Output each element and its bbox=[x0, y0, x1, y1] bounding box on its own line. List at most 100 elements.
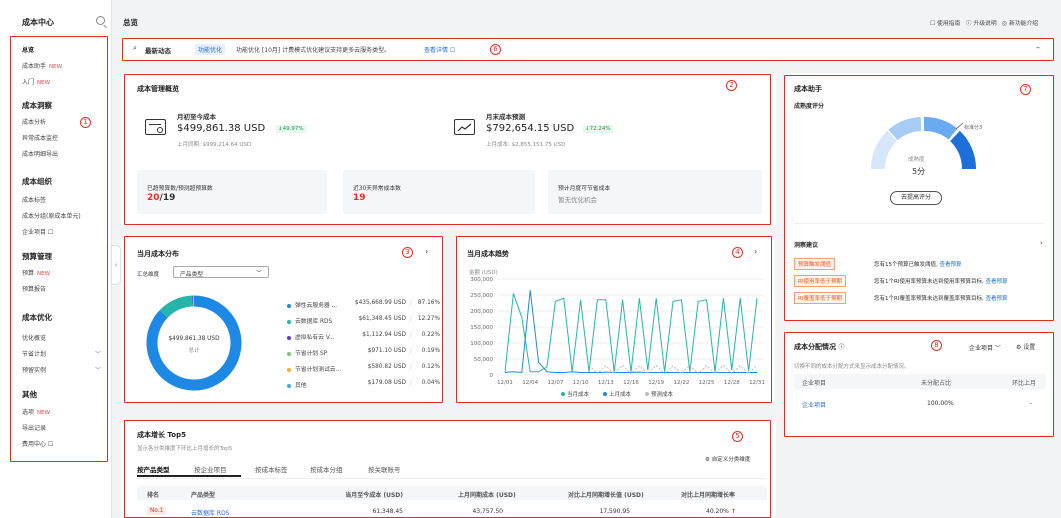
insight-more-icon[interactable]: › bbox=[1040, 239, 1043, 247]
maturity-score: 5分 bbox=[912, 167, 926, 176]
stat-anomaly[interactable]: 近30天异常成本数 19 bbox=[343, 170, 535, 214]
sidebar-item-5[interactable]: 成本明细导出 bbox=[22, 149, 58, 158]
distribution-title: 当月成本分布 bbox=[137, 250, 179, 258]
growth-product-link[interactable]: 云数据库 RDS bbox=[191, 508, 230, 517]
legend-item: 节省计划测试云... bbox=[287, 364, 341, 373]
news-title: 最新动态 bbox=[145, 47, 171, 55]
marker-7: 7 bbox=[1020, 84, 1031, 95]
allocation-select[interactable]: 企业项目 ﹀ bbox=[969, 343, 1001, 352]
suggestion-text: 您有1个RI使用率预算未达到使用率预算目标, 查看预算 bbox=[874, 279, 1008, 285]
distribution-card: 当月成本分布 › 汇总维度 产品类型 ﹀ $499,861.38 USD 总计 弹… bbox=[121, 237, 445, 402]
more-icon[interactable]: – bbox=[1036, 43, 1040, 52]
tab-2[interactable]: 按成本标签 bbox=[255, 464, 288, 474]
growth-desc: 显示各分类维度下环比上月增长的Top5 bbox=[137, 446, 233, 452]
news-link[interactable]: 查看详情 ☐ bbox=[424, 45, 455, 54]
legend-value: $580.82 USD bbox=[367, 364, 406, 370]
y-tick-label: 100,000 bbox=[470, 341, 493, 347]
sidebar-section-heading: 成本组织 bbox=[22, 177, 52, 186]
wallet-icon bbox=[145, 119, 166, 135]
forecast-icon bbox=[454, 119, 475, 135]
marker-6: 6 bbox=[490, 44, 501, 55]
sidebar-item-3[interactable]: 成本分析 bbox=[22, 117, 46, 126]
search-icon[interactable] bbox=[96, 16, 105, 25]
tab-4[interactable]: 按关联账号 bbox=[368, 464, 401, 474]
assistant-card: 成本助手 成熟度评分 标准分3 成熟度 5分 去提高评分 洞察建议 › 预算触发… bbox=[784, 73, 1054, 321]
overview-title: 成本管理概览 bbox=[137, 85, 179, 93]
suggestion-tag: 预算触发阈值 bbox=[794, 258, 836, 270]
growth-card: 成本增长 Top5 显示各分类维度下环比上月增长的Top5 ⚙ 自定义分类维度 … bbox=[121, 420, 776, 518]
trend-more-icon[interactable]: › bbox=[754, 247, 757, 256]
view-budget-link[interactable]: 查看预算 bbox=[985, 296, 1007, 302]
sidebar-item-16[interactable]: 费用中心 ☐ bbox=[22, 439, 53, 448]
custom-dimension-button[interactable]: ⚙ 自定义分类维度 bbox=[705, 455, 750, 463]
trend-chart: 300,000 250,000 200,000 150,000 100,000 50,00… bbox=[470, 277, 765, 398]
stat-budget[interactable]: 已超预算数/预测超预算数 20/19 bbox=[137, 170, 327, 214]
sidebar-item-6[interactable]: 成本标签 bbox=[22, 195, 46, 204]
sidebar-item-11[interactable]: 优化概览 bbox=[22, 333, 46, 342]
suggestion-text: 您有15个预算已触发阈值, 查看预算 bbox=[874, 262, 962, 268]
suggestion-tag: RI覆盖率低于预期 bbox=[794, 292, 846, 304]
page-title: 总览 bbox=[123, 18, 138, 27]
legend-pct: 87.16% bbox=[417, 300, 440, 306]
donut-center-label: 总计 bbox=[188, 348, 200, 354]
y-tick-label: 250,000 bbox=[470, 293, 493, 299]
sidebar-item-10[interactable]: 预算报告 bbox=[22, 284, 46, 293]
legend-value: $971.10 USD bbox=[367, 348, 406, 354]
tab-1[interactable]: 按企业项目 bbox=[194, 464, 227, 474]
legend-marker bbox=[603, 392, 607, 396]
chevron-down-icon[interactable]: ﹀ bbox=[95, 365, 101, 374]
view-budget-link[interactable]: 查看预算 bbox=[985, 279, 1007, 285]
allocation-title: 成本分配情况 ⓘ bbox=[794, 343, 845, 351]
sidebar-section-heading: 预算管理 bbox=[22, 252, 52, 261]
marker-5: 5 bbox=[732, 431, 743, 442]
insight-title: 洞察建议 bbox=[794, 242, 819, 249]
trend-title: 当月成本趋势 bbox=[467, 250, 509, 258]
assistant-title: 成本助手 bbox=[794, 85, 822, 93]
sidebar-item-15[interactable]: 导出记录 bbox=[22, 423, 46, 432]
view-budget-link[interactable]: 查看预算 bbox=[940, 262, 962, 268]
trend-unit: 金额 (USD) bbox=[469, 270, 498, 276]
newfeature-link[interactable]: ◎ 新功能介绍 bbox=[1002, 21, 1038, 27]
marker-1: 1 bbox=[80, 117, 91, 128]
tab-3[interactable]: 按成本分组 bbox=[310, 464, 343, 474]
chevron-down-icon[interactable]: ﹀ bbox=[95, 349, 101, 358]
legend-item: 云数据库 RDS bbox=[287, 316, 332, 325]
dimension-label: 汇总维度 bbox=[137, 272, 160, 278]
allocation-settings[interactable]: ⚙ 设置 bbox=[1016, 342, 1035, 351]
growth-title: 成本增长 Top5 bbox=[137, 431, 186, 439]
dimension-select[interactable]: 产品类型 ﹀ bbox=[173, 266, 269, 278]
sidebar-title: 成本中心 bbox=[22, 18, 54, 27]
y-tick-label: 150,000 bbox=[470, 325, 493, 331]
x-tick-label: 12/16 bbox=[623, 380, 639, 386]
sidebar-item-7[interactable]: 成本分组(原成本单元) bbox=[22, 211, 81, 220]
sidebar: 成本中心 总览 成本助手 NEW 入门 NEW 成本分析 异常成本监控 成本明细导出 成本标签成… bbox=[0, 0, 112, 518]
legend-pct: 0.19% bbox=[421, 348, 440, 354]
sidebar-item-1[interactable]: 成本助手 NEW bbox=[22, 61, 62, 70]
sidebar-item-14[interactable]: 选项 NEW bbox=[22, 407, 50, 416]
sidebar-item-4[interactable]: 异常成本监控 bbox=[22, 133, 58, 142]
sidebar-item-8[interactable]: 企业项目 ☐ bbox=[22, 227, 53, 236]
tab-0[interactable]: 按产品类型 bbox=[137, 464, 170, 474]
x-tick-label: 12/22 bbox=[673, 380, 689, 386]
sidebar-item-13[interactable]: 预留实例 bbox=[22, 365, 46, 374]
guide-link[interactable]: ☐ 使用指南 bbox=[930, 21, 960, 27]
sidebar-section-heading: 其他 bbox=[22, 390, 37, 399]
marker-2: 2 bbox=[726, 80, 737, 91]
maturity-label: 成熟度 bbox=[908, 157, 925, 163]
sidebar-item-2[interactable]: 入门 NEW bbox=[22, 77, 50, 86]
suggestion-text: 您有1个RI覆盖率预算未达到覆盖率预算目标, 查看预算 bbox=[874, 296, 1008, 302]
y-tick-label: 50,000 bbox=[474, 357, 494, 363]
legend-label: 上月成本 bbox=[609, 390, 632, 398]
x-tick-label: 12/01 bbox=[497, 380, 513, 386]
allocation-row-link[interactable]: 企业项目 bbox=[802, 400, 826, 409]
collapse-sidebar-button[interactable]: ‹ bbox=[111, 245, 121, 285]
upgrade-link[interactable]: ⓘ 升级说明 bbox=[966, 21, 997, 27]
distribution-more-icon[interactable]: › bbox=[425, 247, 428, 256]
legend-pct: 12.27% bbox=[417, 316, 440, 322]
sidebar-item-0[interactable]: 总览 bbox=[22, 45, 34, 54]
improve-score-button[interactable]: 去提高评分 bbox=[890, 191, 942, 205]
standard-label: 标准分3 bbox=[964, 125, 983, 131]
sidebar-item-9[interactable]: 预算 NEW bbox=[22, 268, 50, 277]
stat-saving[interactable]: 预计月度可节省成本 暂无优化机会 bbox=[548, 170, 762, 214]
sidebar-item-12[interactable]: 节省计划 bbox=[22, 349, 46, 358]
